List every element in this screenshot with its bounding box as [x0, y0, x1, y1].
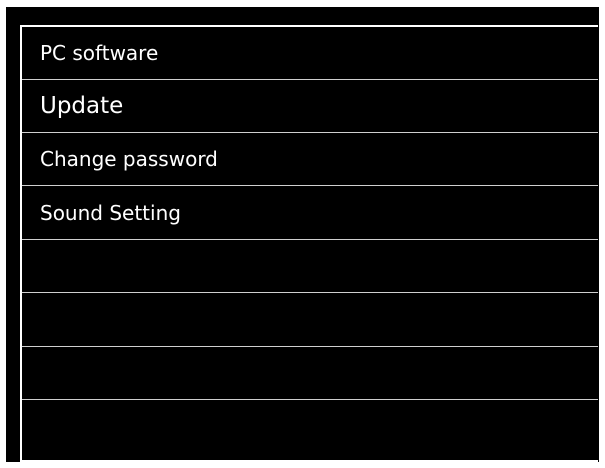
menu-item-empty-3[interactable] [22, 347, 598, 400]
menu-item-empty-1[interactable] [22, 240, 598, 293]
menu-item-empty-4[interactable] [22, 401, 598, 454]
menu-item-sound-setting[interactable]: Sound Setting [22, 187, 598, 240]
menu-item-change-password[interactable]: Change password [22, 133, 598, 186]
settings-menu: PC software Update Change password Sound… [20, 25, 598, 462]
device-screen: PC software Update Change password Sound… [6, 7, 599, 462]
menu-item-pc-software[interactable]: PC software [22, 27, 598, 80]
menu-item-update[interactable]: Update [22, 80, 598, 133]
menu-item-empty-2[interactable] [22, 294, 598, 347]
